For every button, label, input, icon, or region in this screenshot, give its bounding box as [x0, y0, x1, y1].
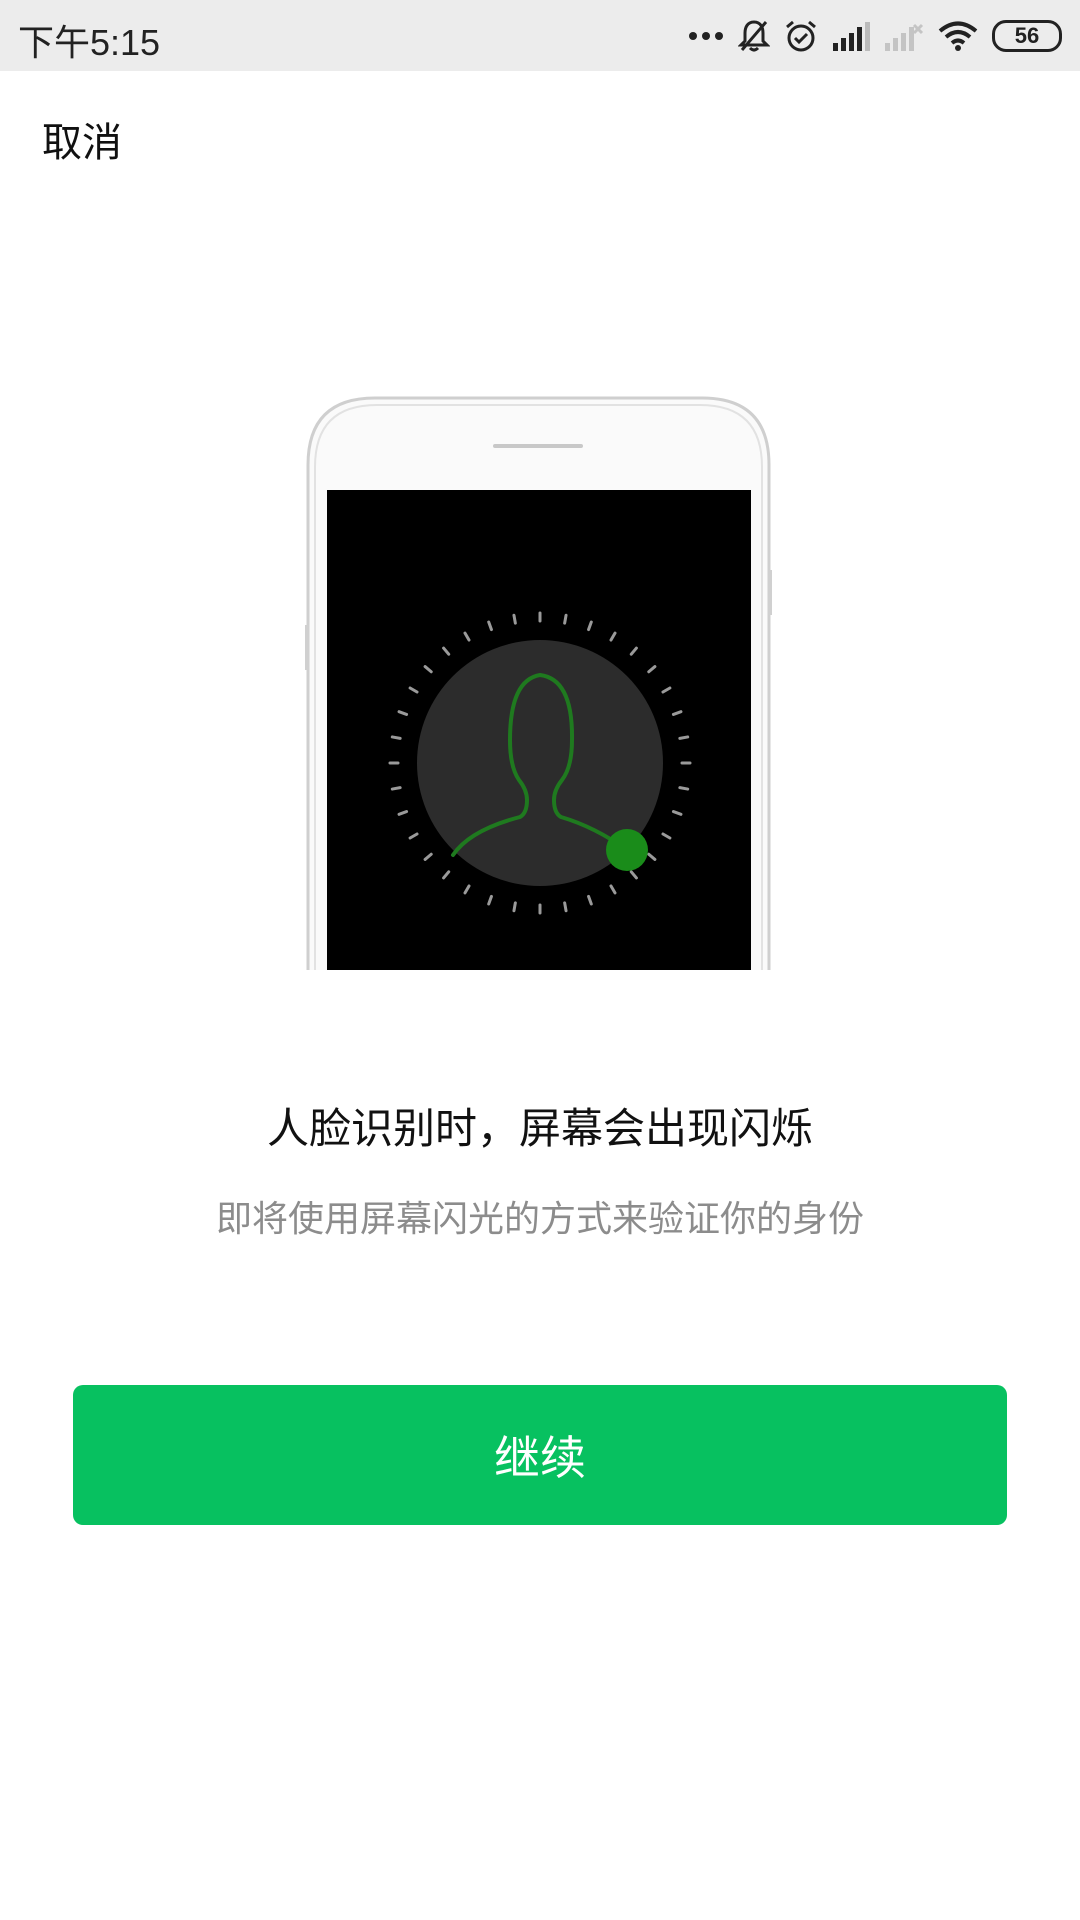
bell-off-icon [738, 19, 770, 53]
status-time: 下午5:15 [18, 22, 161, 63]
screen: 下午5:15 56 取消 人脸识别时，屏幕会出现闪烁 即将使用屏幕闪光的方式来验… [0, 0, 1080, 1920]
more-dots-icon [688, 31, 724, 41]
face-recognition-phone-icon [305, 395, 772, 970]
page-title: 人脸识别时，屏幕会出现闪烁 [266, 1104, 813, 1153]
status-bar: 下午5:15 56 [0, 0, 1080, 71]
continue-button[interactable]: 继续 [73, 1385, 1007, 1525]
alarm-icon [784, 19, 818, 53]
wifi-icon [938, 21, 978, 51]
page-subtitle: 即将使用屏幕闪光的方式来验证你的身份 [215, 1199, 864, 1240]
signal-no-service-icon [884, 21, 924, 51]
battery-icon: 56 [992, 20, 1062, 52]
status-icons: 56 [688, 16, 1062, 56]
signal-icon [832, 21, 870, 51]
cancel-button[interactable]: 取消 [42, 110, 122, 168]
